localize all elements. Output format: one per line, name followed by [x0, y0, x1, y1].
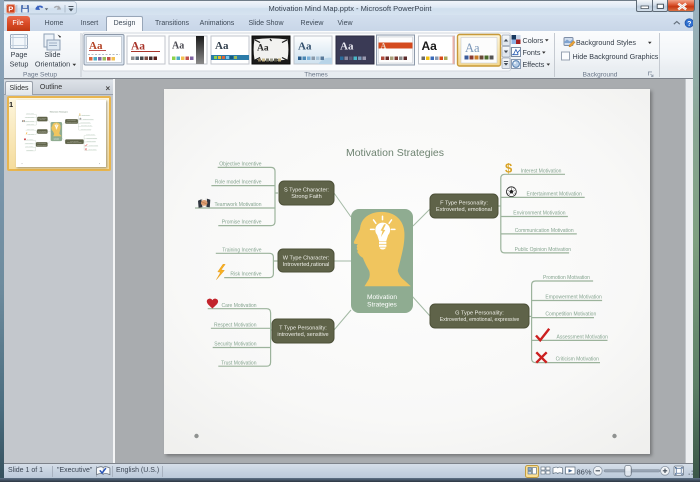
svg-text:86%: 86% [577, 467, 592, 476]
